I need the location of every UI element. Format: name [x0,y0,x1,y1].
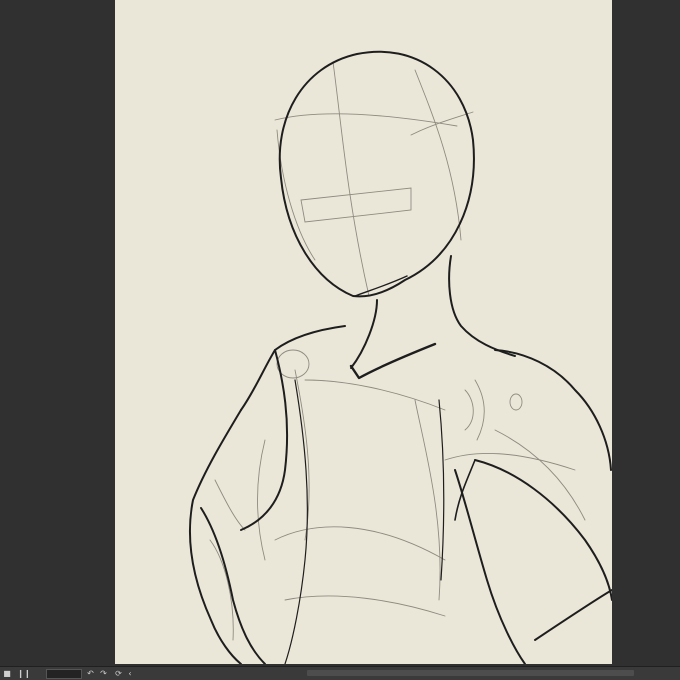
pause-icon[interactable]: ❙❙ [15,669,33,678]
eye-guide-box [300,187,412,223]
left-shoulder [240,325,346,411]
workspace[interactable] [0,0,680,666]
square-icon[interactable]: ■ [3,669,11,678]
rotate-right-icon[interactable]: ↷ [99,669,108,678]
reset-rotation-icon[interactable]: ⟳ [114,669,123,678]
neck-left [350,299,378,369]
right-arm-outer [474,459,612,601]
sketch-artwork [188,50,612,664]
zoom-field[interactable] [46,669,82,679]
chevron-left-icon[interactable]: ‹ [126,669,134,678]
right-shoulder [494,349,612,471]
right-forearm [454,469,526,664]
head-outline [278,50,475,298]
head-center-guide [332,61,370,297]
statusbar: ■ ❙❙ ↶ ↷ ⟳ ‹ [0,666,680,680]
left-arm-inner [200,507,266,664]
neck-right [448,255,516,357]
horizontal-scrollbar[interactable] [307,670,634,676]
rotate-left-icon[interactable]: ↶ [86,669,95,678]
drawing-canvas[interactable] [115,0,612,664]
